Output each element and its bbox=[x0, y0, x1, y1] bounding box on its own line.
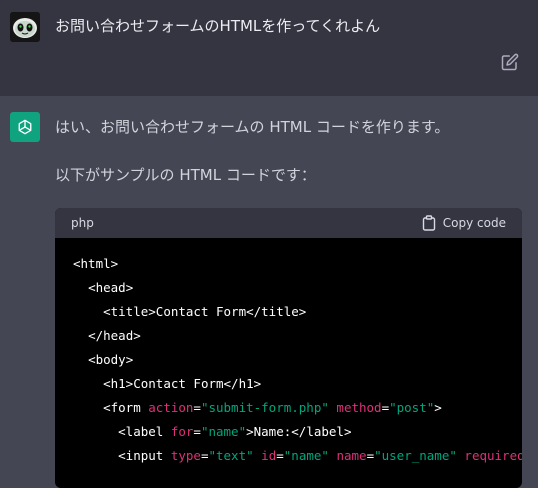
user-avatar bbox=[10, 12, 40, 42]
code-token: <head> bbox=[88, 280, 134, 295]
code-line: <head> bbox=[73, 276, 504, 300]
code-token: name bbox=[336, 448, 367, 463]
code-token: </head> bbox=[88, 328, 141, 343]
openai-logo-icon bbox=[10, 112, 40, 142]
user-message-row: お問い合わせフォームのHTMLを作ってくれよん bbox=[0, 0, 538, 97]
code-token: for bbox=[170, 424, 194, 439]
code-line: <form action="submit-form.php" method="p… bbox=[73, 396, 504, 420]
code-token: <form bbox=[103, 400, 149, 415]
code-line: <title>Contact Form</title> bbox=[73, 300, 504, 324]
code-token: <title>Contact Form</title> bbox=[103, 304, 307, 319]
user-message-text: お問い合わせフォームのHTMLを作ってくれよん bbox=[55, 17, 381, 35]
code-token: <label bbox=[118, 424, 171, 439]
code-token: >Name:</label> bbox=[246, 424, 352, 439]
code-token: "name" bbox=[200, 424, 247, 439]
code-token: "user_name" bbox=[374, 448, 457, 463]
code-content: <html> <head> <title>Contact Form</title… bbox=[55, 238, 522, 482]
code-token: <html> bbox=[73, 256, 119, 271]
code-token: type bbox=[170, 448, 201, 463]
code-line: <body> bbox=[73, 348, 504, 372]
code-block-header: php Copy code bbox=[55, 208, 522, 238]
code-token: required bbox=[464, 448, 522, 463]
code-token: = bbox=[366, 448, 375, 463]
code-token: action bbox=[148, 400, 194, 415]
code-token: "text" bbox=[208, 448, 254, 463]
code-token: > bbox=[434, 400, 442, 415]
code-token: <h1>Contact Form</h1> bbox=[103, 376, 262, 391]
code-token: = bbox=[276, 448, 284, 463]
code-line: </head> bbox=[73, 324, 504, 348]
alien-face-avatar-icon bbox=[10, 12, 40, 42]
assistant-message-row: はい、お問い合わせフォームの HTML コードを作ります。 以下がサンプルの H… bbox=[0, 96, 538, 488]
edit-icon[interactable] bbox=[501, 53, 519, 71]
code-line: <label for="name">Name:</label> bbox=[73, 420, 504, 444]
code-token: id bbox=[261, 448, 277, 463]
code-token: "post" bbox=[389, 400, 435, 415]
assistant-paragraph-2: 以下がサンプルの HTML コードです： bbox=[55, 166, 316, 184]
code-token: = bbox=[381, 400, 390, 415]
code-token: "submit-form.php" bbox=[200, 400, 329, 415]
code-token: = bbox=[193, 400, 201, 415]
copy-code-button[interactable]: Copy code bbox=[422, 215, 506, 231]
code-token: "name" bbox=[283, 448, 329, 463]
code-language-label: php bbox=[71, 216, 94, 230]
code-token: <body> bbox=[88, 352, 134, 367]
code-line: <html> bbox=[73, 252, 504, 276]
code-token: = bbox=[193, 424, 201, 439]
copy-code-label: Copy code bbox=[442, 216, 506, 230]
code-line: <h1>Contact Form</h1> bbox=[73, 372, 504, 396]
code-token: method bbox=[336, 400, 382, 415]
code-line: <input type="text" id="name" name="user_… bbox=[73, 444, 522, 468]
code-block: php Copy code <html> <head> <title>Conta… bbox=[55, 208, 522, 488]
assistant-paragraph-1: はい、お問い合わせフォームの HTML コードを作ります。 bbox=[55, 118, 450, 136]
clipboard-icon bbox=[422, 215, 435, 231]
code-token: <input bbox=[118, 448, 171, 463]
